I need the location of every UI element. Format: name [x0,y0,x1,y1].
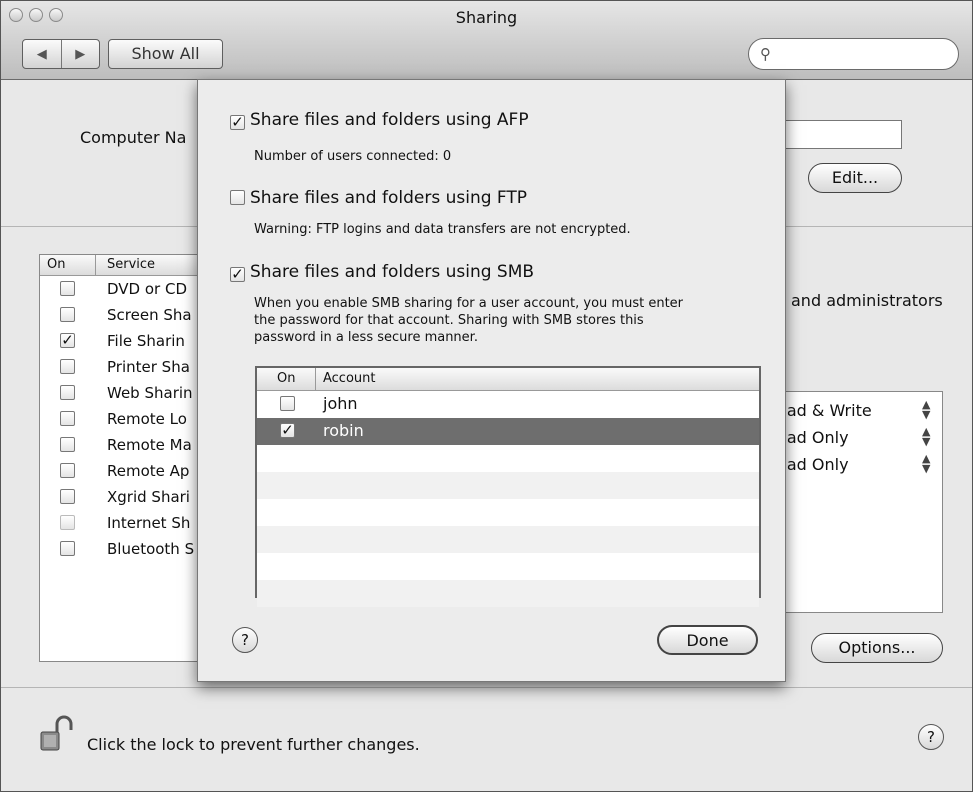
computer-name-label: Computer Na [80,128,187,147]
forward-arrow-icon: ▶ [75,46,86,62]
smb-accounts-table: On Account john ✓ robin [255,366,761,607]
ftp-checkbox[interactable] [230,190,245,205]
empty-row [257,526,759,553]
service-checkbox[interactable] [60,463,75,478]
window-title: Sharing [455,8,518,27]
lock-icon[interactable] [37,714,77,754]
ftp-option[interactable]: Share files and folders using FTP [230,188,527,208]
search-field[interactable]: ⚲ [748,38,959,70]
forward-button[interactable]: ▶ [60,40,100,68]
service-row[interactable]: Bluetooth S [40,537,198,563]
service-checkbox[interactable] [60,307,75,322]
service-label: Printer Sha [107,358,190,376]
service-row[interactable]: ✓ File Sharin [40,329,198,355]
smb-description: When you enable SMB sharing for a user a… [254,296,684,345]
ftp-label: Share files and folders using FTP [250,188,528,208]
service-name-column: Service [107,257,156,272]
service-row[interactable]: Xgrid Shari [40,485,198,511]
search-icon: ⚲ [760,45,771,63]
account-name: robin [323,421,364,440]
afp-option[interactable]: ✓ Share files and folders using AFP [230,110,529,130]
empty-row [257,445,759,472]
edit-button[interactable]: Edit... [808,163,902,193]
service-row[interactable]: Web Sharin [40,381,198,407]
service-checkbox[interactable] [60,359,75,374]
service-checkbox[interactable] [60,281,75,296]
service-row[interactable]: DVD or CD [40,277,198,303]
empty-row [257,499,759,526]
permission-row[interactable]: ead & Write ▲ ▼ [772,398,942,424]
lock-message: Click the lock to prevent further change… [87,735,420,754]
permission-row[interactable]: ead Only ▲ ▼ [772,452,942,478]
sheet-help-button[interactable]: ? [232,627,258,653]
permission-row[interactable]: ead Only ▲ ▼ [772,425,942,451]
file-sharing-options-sheet: ✓ Share files and folders using AFP Numbe… [197,79,786,682]
service-row[interactable]: Internet Sh [40,511,198,537]
ftp-description: Warning: FTP logins and data transfers a… [254,222,631,237]
column-divider [315,368,316,390]
column-divider [95,255,96,275]
bottom-separator [1,687,972,688]
service-label: Remote Ap [107,462,190,480]
account-row[interactable]: ✓ robin [257,418,759,445]
service-checkbox[interactable]: ✓ [60,333,75,348]
help-button[interactable]: ? [918,724,944,750]
service-row[interactable]: Printer Sha [40,355,198,381]
account-name-column: Account [323,371,376,386]
account-row[interactable]: john [257,391,759,418]
sharing-window: Sharing ◀ ▶ Show All ⚲ Computer Na Edit.… [0,0,973,792]
service-label: Web Sharin [107,384,193,402]
smb-option[interactable]: ✓ Share files and folders using SMB [230,262,534,282]
service-label: Bluetooth S [107,540,195,558]
service-label: Xgrid Shari [107,488,190,506]
toolbar: Sharing ◀ ▶ Show All ⚲ [1,1,972,80]
service-checkbox[interactable] [60,489,75,504]
updown-arrows-icon: ▲ ▼ [922,425,931,448]
smb-checkbox[interactable]: ✓ [230,267,245,282]
afp-description: Number of users connected: 0 [254,149,452,164]
service-checkbox[interactable] [60,437,75,452]
permissions-list: ead & Write ▲ ▼ ead Only ▲ ▼ ead Only ▲ ▼ [771,391,943,613]
show-all-button[interactable]: Show All [108,39,223,69]
service-row[interactable]: Remote Ma [40,433,198,459]
back-button[interactable]: ◀ [23,40,61,68]
afp-checkbox[interactable]: ✓ [230,115,245,130]
empty-row [257,580,759,607]
service-label: Internet Sh [107,514,191,532]
back-arrow-icon: ◀ [36,46,47,62]
account-name: john [323,394,358,413]
empty-row [257,553,759,580]
service-label: Remote Lo [107,410,187,428]
account-checkbox[interactable]: ✓ [280,423,295,438]
service-label: Screen Sha [107,306,192,324]
service-list: On Service DVD or CD Screen Sha ✓ File Shar… [39,254,199,662]
admins-text: and administrators [791,291,943,310]
service-checkbox[interactable] [60,515,75,530]
updown-arrows-icon: ▲ ▼ [922,452,931,475]
options-button[interactable]: Options... [811,633,943,663]
computer-name-field[interactable] [785,120,902,149]
accounts-header: On Account [257,368,759,391]
nav-buttons: ◀ ▶ [22,39,100,69]
service-label: File Sharin [107,332,185,350]
service-row[interactable]: Remote Lo [40,407,198,433]
updown-arrows-icon: ▲ ▼ [922,398,931,421]
service-checkbox[interactable] [60,411,75,426]
service-label: DVD or CD [107,280,188,298]
afp-label: Share files and folders using AFP [250,110,529,130]
service-row[interactable]: Remote Ap [40,459,198,485]
service-list-header: On Service [40,255,198,276]
smb-label: Share files and folders using SMB [250,262,535,282]
account-on-column: On [277,371,296,386]
done-button[interactable]: Done [657,625,758,655]
service-checkbox[interactable] [60,541,75,556]
account-checkbox[interactable] [280,396,295,411]
service-row[interactable]: Screen Sha [40,303,198,329]
service-checkbox[interactable] [60,385,75,400]
service-on-column: On [47,257,66,272]
empty-row [257,472,759,499]
service-label: Remote Ma [107,436,192,454]
